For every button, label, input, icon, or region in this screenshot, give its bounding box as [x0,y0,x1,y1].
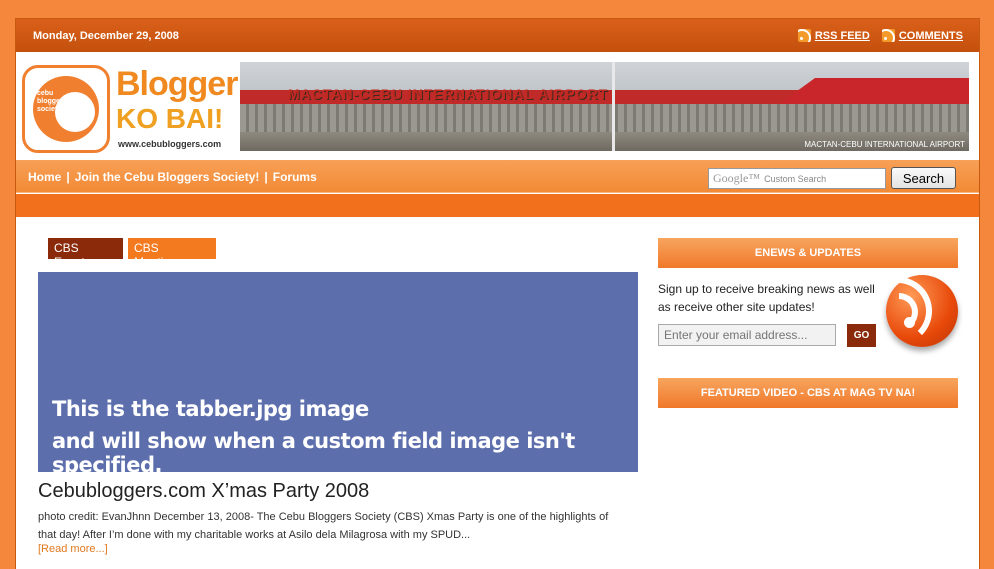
rss-icon [797,29,811,42]
google-logo: Google™ [713,171,761,185]
post-title-link[interactable]: Cebubloggers.com X’mas Party 2008 [38,480,369,503]
search-input[interactable]: Google™ Custom Search [708,168,886,189]
date-label: Monday, December 29, 2008 [33,30,179,42]
search-placeholder: Custom Search [764,173,827,184]
featured-video-heading: FEATURED VIDEO - CBS AT MAG TV NA! [658,378,958,408]
site-logo[interactable]: cebu bloggers society Blogger KO BAI! ww… [22,65,238,153]
read-more-link[interactable]: [Read more...] [38,543,108,555]
rss-icon [881,29,895,42]
logo-seal-text: cebu bloggers society [37,90,67,113]
sub-bar [16,194,979,217]
tab-cbs-events[interactable]: CBS Events [48,238,123,269]
go-button[interactable]: GO [847,324,876,347]
banner-sign-text: MACTAN-CEBU INTERNATIONAL AIRPORT [288,86,609,102]
email-field[interactable] [658,324,836,346]
tab-cbs-meetings[interactable]: CBS Meetings [128,238,216,269]
site-header: cebu bloggers society Blogger KO BAI! ww… [16,52,979,160]
comments-label: COMMENTS [898,29,963,42]
logo-text-blogger: Blogger [116,65,238,103]
nav-separator: | [66,170,70,184]
page-frame: Monday, December 29, 2008 RSS FEED COMME… [15,18,980,569]
rss-feed-label: RSS FEED [814,29,870,42]
enews-heading: ENEWS & UPDATES [658,238,958,268]
header-banner-image: MACTAN-CEBU INTERNATIONAL AIRPORT MACTAN… [240,62,969,151]
nav-links: Home | Join the Cebu Bloggers Society! |… [28,170,317,184]
banner-caption: MACTAN-CEBU INTERNATIONAL AIRPORT [804,140,965,149]
feature-text-line1: This is the tabber.jpg image [52,397,369,421]
main-content: CBS Events CBS Meetings This is the tabb… [16,217,979,569]
post-excerpt: photo credit: EvanJhnn December 13, 2008… [38,511,609,541]
search-button[interactable]: Search [891,167,956,189]
nav-separator: | [264,170,268,184]
feature-text-line2: and will show when a custom field image … [52,429,575,477]
signup-text: Sign up to receive breaking news as well… [658,282,875,314]
comments-link[interactable]: COMMENTS [881,29,963,42]
nav-item-join[interactable]: Join the Cebu Bloggers Society! [75,170,260,184]
logo-url: www.cebubloggers.com [118,139,222,149]
top-links: RSS FEED COMMENTS [797,29,963,42]
main-nav: Home | Join the Cebu Bloggers Society! |… [16,160,979,193]
rss-icon[interactable] [886,275,958,347]
nav-item-forums[interactable]: Forums [273,170,317,184]
feature-image[interactable]: This is the tabber.jpg image and will sh… [38,272,638,477]
rss-feed-link[interactable]: RSS FEED [797,29,870,42]
logo-seal-icon: cebu bloggers society [22,65,110,153]
top-bar: Monday, December 29, 2008 RSS FEED COMME… [16,19,979,52]
logo-text-kobai: KO BAI! [116,103,224,134]
nav-item-home[interactable]: Home [28,170,61,184]
